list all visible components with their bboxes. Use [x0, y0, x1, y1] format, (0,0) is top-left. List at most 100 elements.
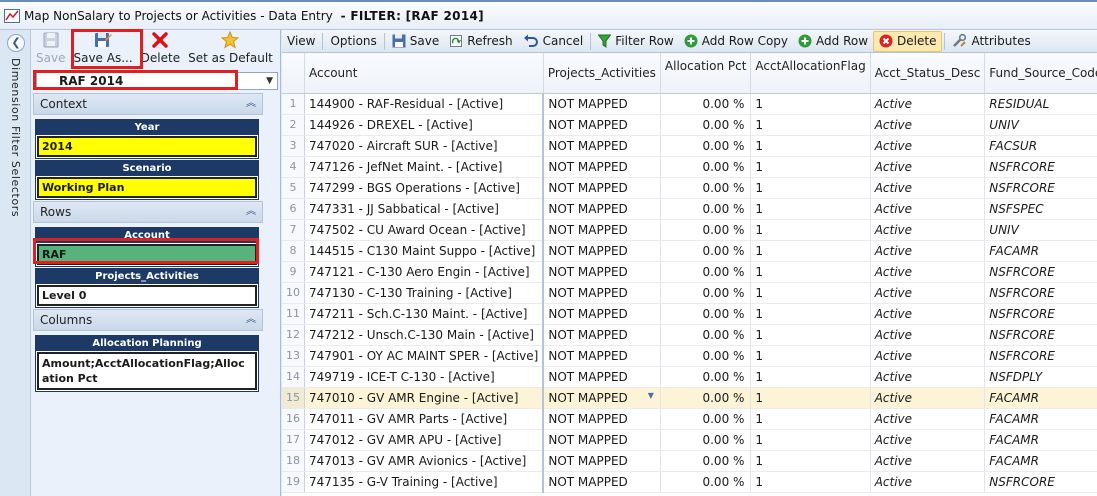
projects-activities-cell[interactable]: NOT MAPPED — [543, 198, 661, 220]
projects-activities-cell[interactable]: NOT MAPPED — [543, 240, 661, 262]
projects-activities-cell[interactable]: NOT MAPPED — [543, 366, 661, 388]
account-cell[interactable]: 144926 - DREXEL - [Active] — [304, 114, 545, 136]
account-cell[interactable]: 747012 - GV AMR APU - [Active] — [304, 429, 545, 451]
acct-allocation-flag-cell[interactable]: 1 — [750, 135, 871, 157]
table-row[interactable]: 8 144515 - C130 Maint Suppo - [Active] NOT… — [282, 240, 1097, 262]
filter-row-button[interactable]: Filter Row — [593, 31, 679, 52]
acct-allocation-flag-cell[interactable]: 1 — [750, 156, 871, 178]
fund-source-code-cell[interactable]: NSFSPEC — [984, 198, 1097, 220]
fund-source-code-cell[interactable]: NSFDPLY — [984, 366, 1097, 388]
account-cell[interactable]: 747135 - G-V Training - [Active] — [304, 471, 545, 493]
allocation-pct-cell[interactable]: 0.00 % — [660, 114, 752, 136]
account-cell[interactable]: 747211 - Sch.C-130 Maint. - [Active] — [304, 303, 545, 325]
column-header-projects-activities[interactable]: Projects_Activities — [543, 53, 661, 94]
allocation-pct-cell[interactable]: 0.00 % — [660, 408, 752, 430]
add-row-copy-button[interactable]: Add Row Copy — [679, 31, 793, 52]
account-cell[interactable]: 144900 - RAF-Residual - [Active] — [304, 93, 545, 115]
allocation-pct-cell[interactable]: 0.00 % — [660, 261, 752, 283]
column-header-account[interactable]: Account — [304, 53, 544, 94]
table-row[interactable]: 15 747010 - GV AMR Engine - [Active] NOT M… — [282, 387, 1097, 409]
account-cell[interactable]: 747121 - C-130 Aero Engin - [Active] — [304, 261, 545, 283]
fund-source-code-cell[interactable]: NSFRCORE — [984, 261, 1097, 283]
projects-activities-cell[interactable]: NOT MAPPED — [543, 93, 661, 115]
table-row[interactable]: 1 144900 - RAF-Residual - [Active] NOT MAP… — [282, 93, 1097, 115]
account-cell[interactable]: 747011 - GV AMR Parts - [Active] — [304, 408, 545, 430]
columns-section-header[interactable]: Columns ︽ — [33, 309, 263, 331]
account-cell[interactable]: 747901 - OY AC MAINT SPER - [Active] — [304, 345, 545, 367]
fund-source-code-cell[interactable]: FACAMR — [984, 387, 1097, 409]
acct-allocation-flag-cell[interactable]: 1 — [750, 324, 871, 346]
account-cell[interactable]: 747130 - C-130 Training - [Active] — [304, 282, 545, 304]
table-row[interactable]: 18 747013 - GV AMR Avionics - [Active] NOT… — [282, 450, 1097, 472]
dropdown-arrow-icon[interactable]: ▼ — [648, 391, 654, 400]
acct-status-desc-cell[interactable]: Active — [870, 93, 986, 115]
acct-status-desc-cell[interactable]: Active — [870, 135, 986, 157]
acct-allocation-flag-cell[interactable]: 1 — [750, 177, 871, 199]
add-row-button[interactable]: Add Row — [793, 31, 873, 52]
allocation-pct-cell[interactable]: 0.00 % — [660, 345, 752, 367]
acct-status-desc-cell[interactable]: Active — [870, 198, 986, 220]
acct-status-desc-cell[interactable]: Active — [870, 366, 986, 388]
acct-status-desc-cell[interactable]: Active — [870, 471, 986, 493]
acct-status-desc-cell[interactable]: Active — [870, 114, 986, 136]
allocation-pct-cell[interactable]: 0.00 % — [660, 450, 752, 472]
table-row[interactable]: 6 747331 - JJ Sabbatical - [Active] NOT MA… — [282, 198, 1097, 220]
allocation-pct-cell[interactable]: 0.00 % — [660, 219, 752, 241]
column-header-fund-source-code[interactable]: Fund_Source_Code — [984, 53, 1097, 94]
acct-allocation-flag-cell[interactable]: 1 — [750, 282, 871, 304]
fund-source-code-cell[interactable]: FACAMR — [984, 408, 1097, 430]
acct-status-desc-cell[interactable]: Active — [870, 408, 986, 430]
fund-source-code-cell[interactable]: NSFRCORE — [984, 177, 1097, 199]
context-section-header[interactable]: Context ︽ — [33, 93, 263, 115]
fund-source-code-cell[interactable]: FACAMR — [984, 429, 1097, 451]
acct-allocation-flag-cell[interactable]: 1 — [750, 345, 871, 367]
fund-source-code-cell[interactable]: NSFRCORE — [984, 471, 1097, 493]
account-cell[interactable]: 747502 - CU Award Ocean - [Active] — [304, 219, 545, 241]
acct-status-desc-cell[interactable]: Active — [870, 156, 986, 178]
fund-source-code-cell[interactable]: UNIV — [984, 219, 1097, 241]
projects-activities-cell[interactable]: NOT MAPPED — [543, 282, 661, 304]
set-as-default-button[interactable]: Set as Default — [184, 30, 277, 68]
allocation-pct-cell[interactable]: 0.00 % — [660, 429, 752, 451]
account-cell[interactable]: 749719 - ICE-T C-130 - [Active] — [304, 366, 545, 388]
account-cell[interactable]: 747126 - JefNet Maint. - [Active] — [304, 156, 545, 178]
allocation-pct-cell[interactable]: 0.00 % — [660, 198, 752, 220]
acct-status-desc-cell[interactable]: Active — [870, 429, 986, 451]
year-dimension[interactable]: Year 2014 — [35, 119, 259, 159]
allocation-pct-cell[interactable]: 0.00 % — [660, 303, 752, 325]
projects-activities-cell[interactable]: NOT MAPPED — [543, 219, 661, 241]
allocation-pct-cell[interactable]: 0.00 % — [660, 156, 752, 178]
account-cell[interactable]: 747020 - Aircraft SUR - [Active] — [304, 135, 545, 157]
acct-status-desc-cell[interactable]: Active — [870, 261, 986, 283]
fund-source-code-cell[interactable]: NSFRCORE — [984, 345, 1097, 367]
acct-status-desc-cell[interactable]: Active — [870, 219, 986, 241]
allocation-pct-cell[interactable]: 0.00 % — [660, 324, 752, 346]
table-row[interactable]: 9 747121 - C-130 Aero Engin - [Active] NOT… — [282, 261, 1097, 283]
acct-status-desc-cell[interactable]: Active — [870, 240, 986, 262]
projects-activities-cell[interactable]: NOT MAPPED — [543, 114, 661, 136]
allocation-pct-cell[interactable]: 0.00 % — [660, 387, 752, 409]
acct-allocation-flag-cell[interactable]: 1 — [750, 429, 871, 451]
acct-status-desc-cell[interactable]: Active — [870, 324, 986, 346]
projects-activities-cell[interactable]: NOT MAPPED — [543, 156, 661, 178]
acct-status-desc-cell[interactable]: Active — [870, 282, 986, 304]
acct-status-desc-cell[interactable]: Active — [870, 387, 986, 409]
cancel-button[interactable]: Cancel — [518, 31, 589, 52]
fund-source-code-cell[interactable]: FACAMR — [984, 240, 1097, 262]
save-filter-button[interactable]: Save — [32, 30, 69, 68]
allocation-pct-cell[interactable]: 0.00 % — [660, 366, 752, 388]
projects-activities-cell[interactable]: NOT MAPPED — [543, 324, 661, 346]
acct-allocation-flag-cell[interactable]: 1 — [750, 114, 871, 136]
table-row[interactable]: 13 747901 - OY AC MAINT SPER - [Active] NO… — [282, 345, 1097, 367]
table-row[interactable]: 14 749719 - ICE-T C-130 - [Active] NOT MAP… — [282, 366, 1097, 388]
column-header-allocation-pct[interactable]: Allocation Pct — [660, 53, 752, 94]
delete-filter-button[interactable]: Delete — [137, 30, 184, 68]
account-cell[interactable]: 747013 - GV AMR Avionics - [Active] — [304, 450, 545, 472]
column-header-acct-allocation-flag[interactable]: AcctAllocationFlag — [750, 53, 871, 94]
projects-activities-cell[interactable]: NOT MAPPED — [543, 408, 661, 430]
projects-activities-cell[interactable]: NOT MAPPED — [543, 345, 661, 367]
acct-status-desc-cell[interactable]: Active — [870, 450, 986, 472]
allocation-pct-cell[interactable]: 0.00 % — [660, 471, 752, 493]
table-row[interactable]: 17 747012 - GV AMR APU - [Active] NOT MAPP… — [282, 429, 1097, 451]
projects-activities-cell[interactable]: NOT MAPPED — [543, 429, 661, 451]
